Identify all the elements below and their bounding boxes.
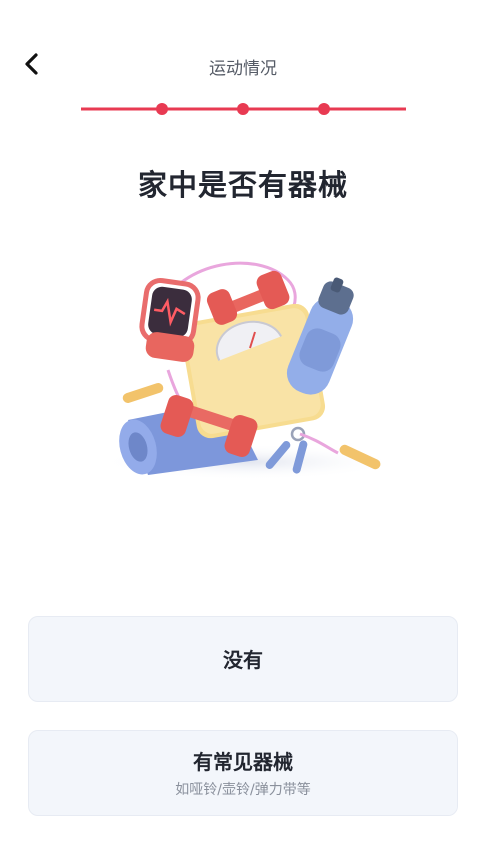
- option-label: 没有: [223, 648, 263, 672]
- question-heading: 家中是否有器械: [137, 168, 348, 202]
- progress-step-dot: [156, 103, 168, 115]
- option-common-equipment-button[interactable]: 有常见器械 如哑铃/壶铃/弹力带等: [28, 730, 458, 816]
- progress-step-dot: [318, 103, 330, 115]
- page-title: 运动情况: [209, 59, 277, 79]
- progress-step-dot: [237, 103, 249, 115]
- option-no-equipment-button[interactable]: 没有: [28, 616, 458, 702]
- fade-overlay: [307, 731, 457, 815]
- fitness-equipment-illustration: [88, 250, 398, 490]
- step-progress-bar: [81, 101, 406, 117]
